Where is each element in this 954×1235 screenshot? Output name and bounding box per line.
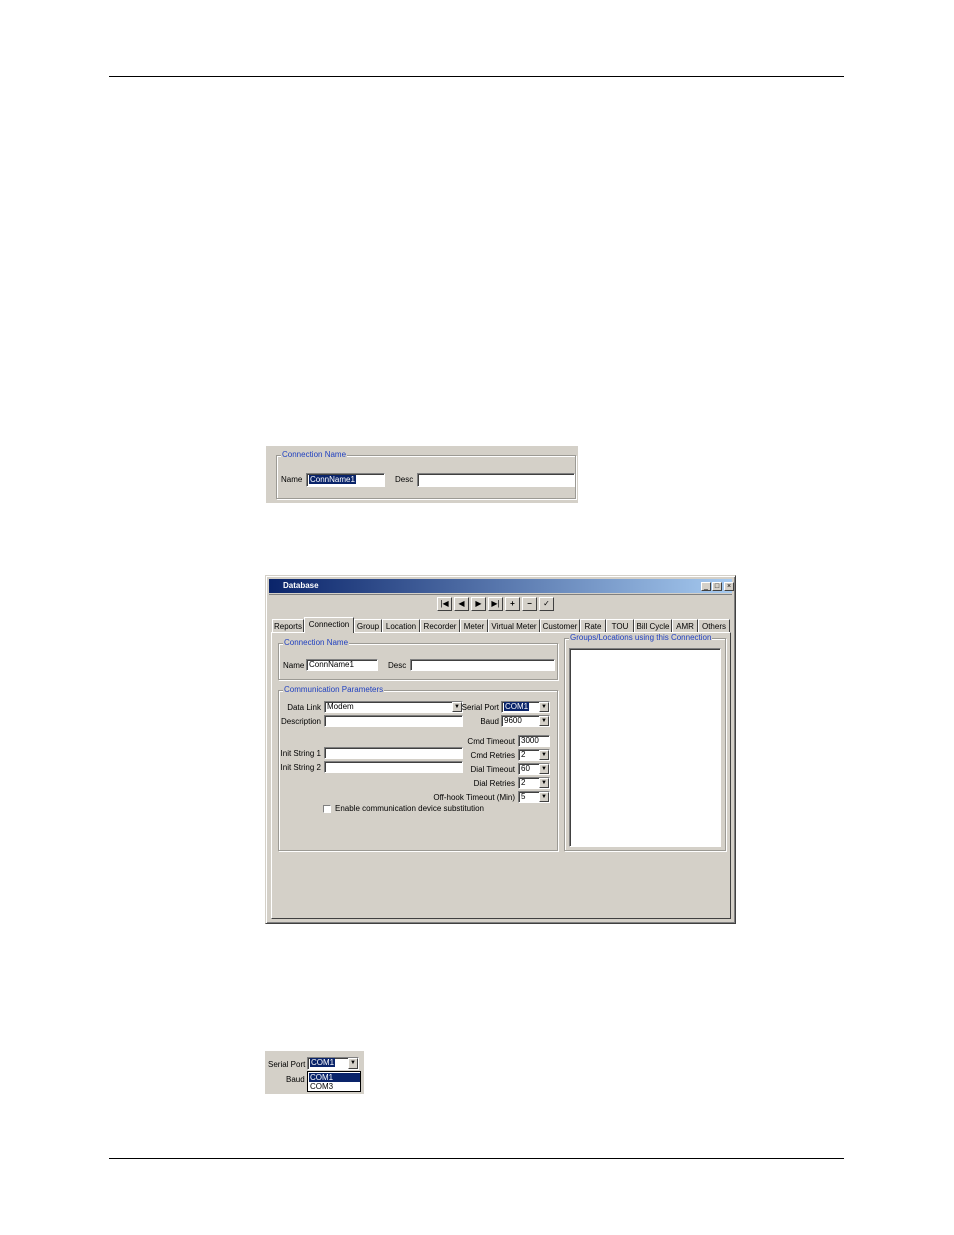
option-com3[interactable]: COM3 [309, 1082, 360, 1091]
post-record-icon[interactable]: ✓ [539, 597, 554, 611]
name-field[interactable]: ConnName1 [306, 659, 378, 671]
serial-port-dropdown[interactable]: COM1 ▼ [501, 701, 550, 713]
desc-field[interactable] [410, 659, 555, 671]
name-field-value: ConnName1 [309, 475, 356, 484]
footer-rule [109, 1158, 844, 1159]
description-label: Description [280, 717, 321, 726]
dial-timeout-label: Dial Timeout [470, 765, 515, 774]
offhook-timeout-dropdown[interactable]: 5 ▼ [518, 791, 550, 803]
groups-locations-group-title: Groups/Locations using this Connection [569, 633, 713, 643]
dial-timeout-dropdown[interactable]: 60 ▼ [518, 763, 550, 775]
chevron-down-icon[interactable]: ▼ [539, 750, 549, 760]
communication-parameters-group-title: Communication Parameters [283, 685, 385, 695]
name-field[interactable]: ConnName1 [306, 473, 385, 487]
previous-record-icon[interactable]: ◀ [454, 597, 469, 611]
serial-port-label: Serial Port [268, 1060, 306, 1069]
desc-field[interactable] [417, 473, 575, 487]
description-field[interactable] [324, 715, 463, 727]
desc-label: Desc [388, 661, 407, 670]
name-label: Name [281, 475, 303, 484]
tab-group[interactable]: Group [354, 619, 382, 632]
dial-timeout-value: 60 [521, 764, 530, 773]
connection-name-group-title: Connection Name [281, 450, 348, 460]
minimize-button[interactable]: _ [701, 582, 711, 591]
baud-dropdown[interactable]: 9600 ▼ [501, 715, 550, 727]
tab-connection[interactable]: Connection [304, 617, 354, 633]
tab-tou[interactable]: TOU [606, 619, 634, 632]
dial-retries-value: 2 [521, 778, 526, 787]
add-record-icon[interactable]: + [505, 597, 520, 611]
baud-label: Baud [286, 1075, 305, 1084]
tab-strip: Reports Connection Group Location Record… [272, 617, 732, 633]
option-com1[interactable]: COM1 [309, 1073, 360, 1082]
serial-port-value: COM1 [310, 1058, 336, 1067]
serial-port-label: Serial Port [461, 703, 499, 712]
data-link-value: Modem [327, 702, 354, 711]
cmd-retries-label: Cmd Retries [470, 751, 515, 760]
maximize-button[interactable]: □ [712, 582, 722, 591]
tab-location[interactable]: Location [382, 619, 420, 632]
next-record-icon[interactable]: ▶ [471, 597, 486, 611]
groups-locations-list[interactable] [569, 648, 721, 847]
tab-customer[interactable]: Customer [540, 619, 580, 632]
baud-value: 9600 [504, 716, 522, 725]
serial-port-dropdown[interactable]: COM1 ▼ [307, 1057, 359, 1070]
serial-port-value: COM1 [504, 702, 530, 711]
data-link-label: Data Link [287, 703, 321, 712]
dial-retries-label: Dial Retries [473, 779, 515, 788]
tab-page: Connection Name Name ConnName1 Desc Comm… [271, 632, 731, 919]
tab-recorder[interactable]: Recorder [420, 619, 460, 632]
tab-meter[interactable]: Meter [460, 619, 488, 632]
chevron-down-icon[interactable]: ▼ [539, 716, 549, 726]
first-record-icon[interactable]: |◀ [437, 597, 452, 611]
offhook-timeout-label: Off-hook Timeout (Min) [433, 793, 515, 802]
substitution-label: Enable communication device substitution [335, 804, 484, 813]
tab-rate[interactable]: Rate [580, 619, 606, 632]
tab-bill-cycle[interactable]: Bill Cycle [634, 619, 672, 632]
chevron-down-icon[interactable]: ▼ [539, 764, 549, 774]
connection-name-snippet: Connection Name Name ConnName1 Desc [266, 446, 578, 503]
header-rule [109, 76, 844, 77]
init-string-1-label: Init String 1 [280, 749, 321, 758]
chevron-down-icon[interactable]: ▼ [348, 1058, 358, 1069]
serial-port-snippet: Serial Port COM1 ▼ Baud COM1 COM3 [265, 1051, 364, 1094]
data-link-dropdown[interactable]: Modem ▼ [324, 701, 463, 713]
record-navigator: |◀ ◀ ▶ ▶| + − ✓ [437, 597, 557, 611]
tab-amr[interactable]: AMR [672, 619, 698, 632]
chevron-down-icon[interactable]: ▼ [539, 792, 549, 802]
baud-label: Baud [480, 717, 499, 726]
substitution-checkbox[interactable] [323, 805, 331, 813]
connection-name-group-title: Connection Name [283, 638, 350, 648]
cmd-timeout-field[interactable]: 3000 [518, 735, 550, 747]
tab-reports[interactable]: Reports [272, 619, 304, 632]
chevron-down-icon[interactable]: ▼ [539, 702, 549, 712]
toolbar-divider [269, 594, 732, 595]
window-title-bar[interactable]: Database _ □ × [269, 579, 734, 593]
delete-record-icon[interactable]: − [522, 597, 537, 611]
tab-others[interactable]: Others [698, 619, 730, 632]
last-record-icon[interactable]: ▶| [488, 597, 503, 611]
tab-virtual-meter[interactable]: Virtual Meter [488, 619, 540, 632]
serial-port-option-list: COM1 COM3 [307, 1071, 361, 1092]
cmd-timeout-label: Cmd Timeout [467, 737, 515, 746]
name-label: Name [283, 661, 305, 670]
init-string-2-label: Init String 2 [280, 763, 321, 772]
cmd-retries-dropdown[interactable]: 2 ▼ [518, 749, 550, 761]
cmd-retries-value: 2 [521, 750, 526, 759]
database-window: Database _ □ × |◀ ◀ ▶ ▶| + − ✓ Reports C… [265, 575, 736, 924]
close-button[interactable]: × [724, 582, 734, 591]
offhook-timeout-value: 5 [521, 792, 526, 801]
chevron-down-icon[interactable]: ▼ [539, 778, 549, 788]
window-title: Database [283, 581, 319, 590]
dial-retries-dropdown[interactable]: 2 ▼ [518, 777, 550, 789]
desc-label: Desc [395, 475, 414, 484]
